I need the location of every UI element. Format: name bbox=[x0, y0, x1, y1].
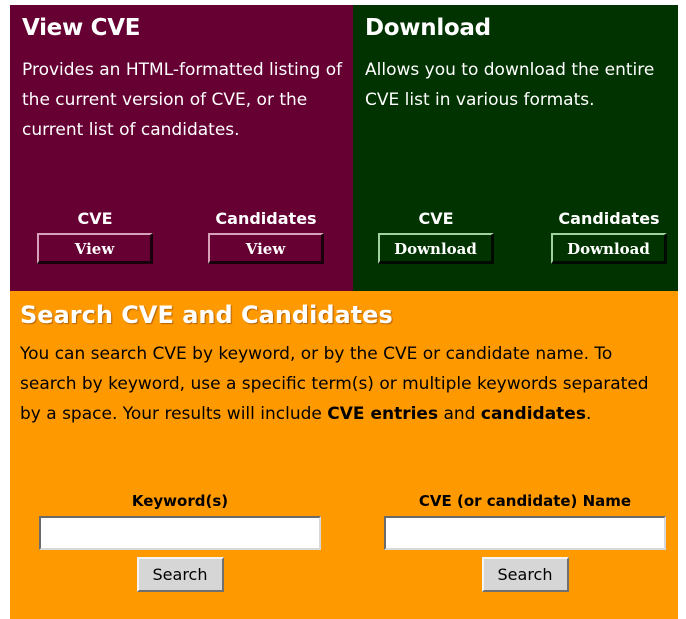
view-cve-label: CVE bbox=[77, 209, 113, 228]
search-description-cve-entries: CVE entries bbox=[327, 404, 439, 424]
name-search-group: CVE (or candidate) Name Search bbox=[384, 492, 666, 592]
search-description-and: and bbox=[438, 404, 481, 424]
search-description-end: . bbox=[585, 404, 592, 424]
search-description-candidates: candidates bbox=[480, 404, 586, 424]
download-panel: Download Allows you to download the enti… bbox=[353, 5, 678, 291]
download-description: Allows you to download the entire CVE li… bbox=[365, 60, 655, 110]
keyword-search-group: Keyword(s) Search bbox=[39, 492, 321, 592]
download-candidates-group: Candidates Download bbox=[551, 209, 667, 264]
keyword-search-button[interactable]: Search bbox=[136, 557, 224, 592]
download-title: Download bbox=[365, 15, 491, 41]
cve-page: View CVE Provides an HTML-formatted list… bbox=[0, 0, 686, 619]
keyword-input[interactable] bbox=[39, 516, 321, 550]
search-panel: Search CVE and Candidates You can search… bbox=[10, 291, 678, 619]
download-cve-group: CVE Download bbox=[378, 209, 494, 264]
view-candidates-button[interactable]: View bbox=[208, 233, 324, 264]
name-label: CVE (or candidate) Name bbox=[418, 492, 632, 510]
download-candidates-label: Candidates bbox=[558, 209, 660, 228]
name-search-button[interactable]: Search bbox=[481, 557, 569, 592]
name-input[interactable] bbox=[384, 516, 666, 550]
search-description: You can search CVE by keyword, or by the… bbox=[20, 339, 666, 429]
download-cve-label: CVE bbox=[418, 209, 454, 228]
download-candidates-button[interactable]: Download bbox=[551, 233, 667, 264]
search-title: Search CVE and Candidates bbox=[20, 301, 393, 329]
view-cve-panel: View CVE Provides an HTML-formatted list… bbox=[10, 5, 353, 291]
view-candidates-group: Candidates View bbox=[208, 209, 324, 264]
view-candidates-label: Candidates bbox=[215, 209, 317, 228]
download-cve-button[interactable]: Download bbox=[378, 233, 494, 264]
view-cve-group: CVE View bbox=[37, 209, 153, 264]
view-cve-description: Provides an HTML-formatted listing of th… bbox=[22, 60, 343, 140]
view-cve-title: View CVE bbox=[22, 15, 141, 41]
keyword-label: Keyword(s) bbox=[131, 492, 229, 510]
view-cve-button[interactable]: View bbox=[37, 233, 153, 264]
